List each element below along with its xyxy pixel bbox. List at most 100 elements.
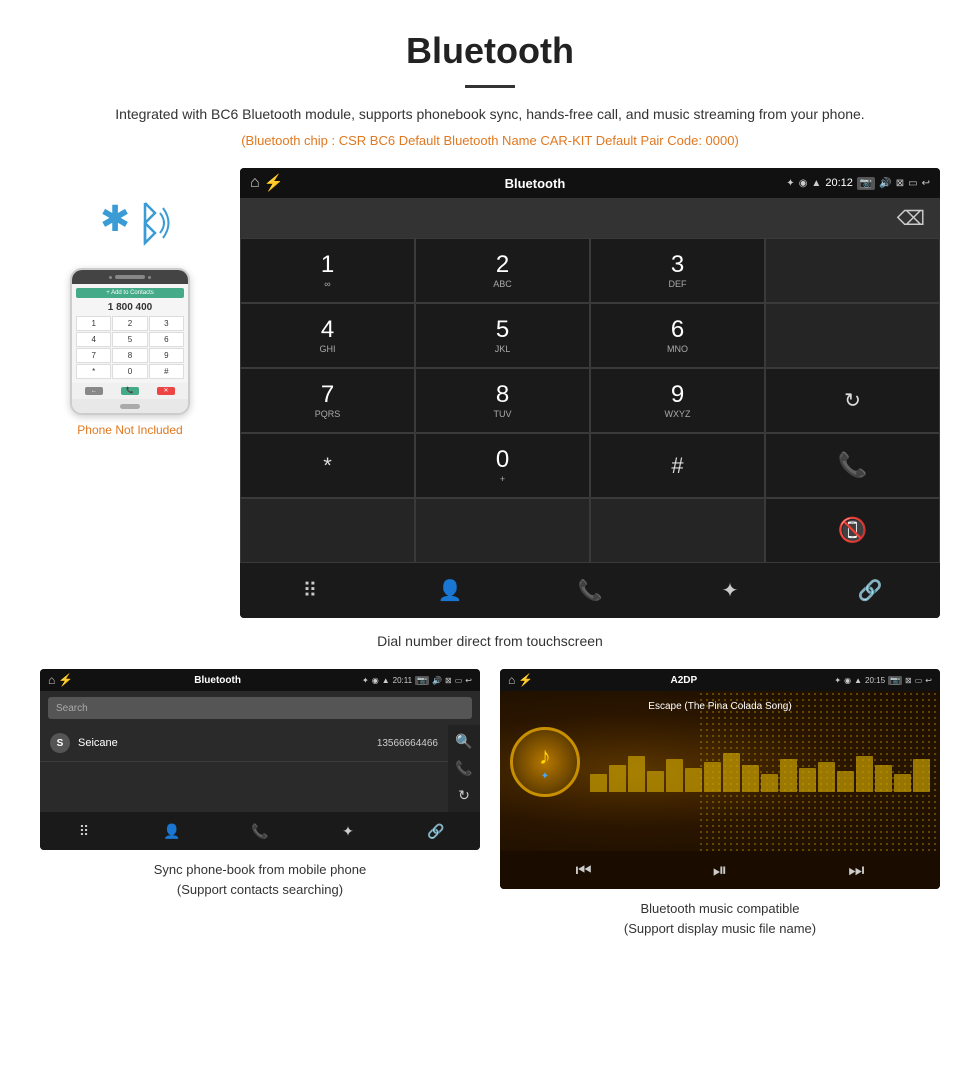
key-0-number: 0 <box>496 448 509 472</box>
nav-link-button[interactable]: 🔗 <box>800 563 940 618</box>
eq-bar <box>818 762 835 792</box>
eq-bar <box>723 753 740 792</box>
phone-bottom-bar: ← 📞 ✕ <box>72 383 188 399</box>
nav-bluetooth-button[interactable]: ✦ <box>660 563 800 618</box>
mu-usb-icon: ⚡ <box>518 673 533 687</box>
pb-bt-icon: ✦ <box>362 676 369 685</box>
contact-name: Seicane <box>78 737 369 749</box>
pb-nav-phone[interactable]: 📞 <box>216 812 304 850</box>
mu-loc-icon: ◉ <box>844 676 851 685</box>
music-caption: Bluetooth music compatible(Support displ… <box>624 899 816 938</box>
eq-bar <box>666 759 683 792</box>
phone-mockup: + Add to Contacts 1 800 400 1 2 3 4 5 6 … <box>70 268 190 415</box>
key-3-letters: DEF <box>669 279 687 289</box>
key-star[interactable]: * <box>240 433 415 498</box>
key-hash[interactable]: # <box>590 433 765 498</box>
next-track-button[interactable]: ⏭ <box>848 860 864 881</box>
eq-bar <box>628 756 645 792</box>
mu-time: 20:15 <box>865 676 885 685</box>
key-8[interactable]: 8 TUV <box>415 368 590 433</box>
eq-bar <box>761 774 778 792</box>
phone-key-6[interactable]: 6 <box>149 332 184 347</box>
key-4[interactable]: 4 GHI <box>240 303 415 368</box>
phone-key-1[interactable]: 1 <box>76 316 111 331</box>
key-1[interactable]: 1 ∞ <box>240 238 415 303</box>
key-hash-symbol: # <box>671 453 683 479</box>
location-icon: ◉ <box>799 178 808 189</box>
contact-row[interactable]: S Seicane 13566664466 <box>40 725 448 762</box>
nav-keypad-button[interactable]: ⠿ <box>240 563 380 618</box>
search-action-icon[interactable]: 🔍 <box>455 733 472 750</box>
bluetooth-icon-area: ✱ <box>90 188 170 258</box>
backspace-button[interactable]: ⌫ <box>897 206 925 231</box>
phone-action-icon[interactable]: 📞 <box>455 760 472 777</box>
phone-btn-end[interactable]: ✕ <box>157 387 175 395</box>
dialer-statusbar: ⌂ ⚡ Bluetooth ✦ ◉ ▲ 20:12 📷 🔊 ⊠ ▭ ↩ <box>240 168 940 198</box>
music-caption-text: Bluetooth music compatible(Support displ… <box>624 901 816 936</box>
pb-nav-keypad[interactable]: ⠿ <box>40 812 128 850</box>
key-7[interactable]: 7 PQRS <box>240 368 415 433</box>
music-status-left: ⌂ ⚡ <box>508 673 533 687</box>
eq-bar <box>799 768 816 792</box>
song-title: Escape (The Pina Colada Song) <box>648 701 791 712</box>
key-2[interactable]: 2 ABC <box>415 238 590 303</box>
key-empty-2 <box>765 303 940 368</box>
search-placeholder: Search <box>56 703 88 714</box>
call-red-icon: 📵 <box>838 516 868 545</box>
key-call-red[interactable]: 📵 <box>765 498 940 563</box>
phone-speaker <box>115 275 145 279</box>
phone-top-bar <box>72 270 188 284</box>
key-9[interactable]: 9 WXYZ <box>590 368 765 433</box>
key-star-symbol: * <box>323 453 332 479</box>
play-pause-button[interactable]: ⏯ <box>713 860 727 881</box>
key-1-number: 1 <box>321 253 334 277</box>
key-3[interactable]: 3 DEF <box>590 238 765 303</box>
nav-phone-button[interactable]: 📞 <box>520 563 660 618</box>
phone-btn-call[interactable]: 📞 <box>121 387 139 395</box>
phonebook-screen: ⌂ ⚡ Bluetooth ✦ ◉ ▲ 20:11 📷 🔊 ⊠ ▭ ↩ <box>40 669 480 850</box>
bluetooth-music-icon: ✦ <box>539 771 551 782</box>
key-5[interactable]: 5 JKL <box>415 303 590 368</box>
phone-key-9[interactable]: 9 <box>149 348 184 363</box>
key-4-letters: GHI <box>319 344 335 354</box>
key-2-letters: ABC <box>493 279 512 289</box>
search-input[interactable]: Search <box>48 697 472 719</box>
key-6[interactable]: 6 MNO <box>590 303 765 368</box>
key-4-number: 4 <box>321 318 334 342</box>
key-call-green[interactable]: 📞 <box>765 433 940 498</box>
phone-dot2 <box>148 276 151 279</box>
phone-key-7[interactable]: 7 <box>76 348 111 363</box>
key-empty-last-1 <box>240 498 415 563</box>
key-reload[interactable]: ↻ <box>765 368 940 433</box>
pb-nav-contacts[interactable]: 👤 <box>128 812 216 850</box>
key-2-number: 2 <box>496 253 509 277</box>
reload-action-icon[interactable]: ↻ <box>458 787 470 804</box>
phone-key-0[interactable]: 0 <box>112 364 147 379</box>
pb-nav-bt[interactable]: ✦ <box>304 812 392 850</box>
pb-nav-link[interactable]: 🔗 <box>392 812 480 850</box>
phone-key-4[interactable]: 4 <box>76 332 111 347</box>
phone-key-hash[interactable]: # <box>149 364 184 379</box>
contact-initial: S <box>50 733 70 753</box>
phonebook-status-icons: ✦ ◉ ▲ 20:11 📷 🔊 ⊠ ▭ ↩ <box>362 676 472 685</box>
phone-key-3[interactable]: 3 <box>149 316 184 331</box>
phone-key-5[interactable]: 5 <box>112 332 147 347</box>
page-title: Bluetooth <box>0 0 980 77</box>
mu-wifi-icon: ▲ <box>854 676 862 685</box>
mu-win-icon: ▭ <box>915 676 923 685</box>
music-note-icon: ♪ <box>539 743 551 771</box>
phone-key-star[interactable]: * <box>76 364 111 379</box>
nav-contacts-button[interactable]: 👤 <box>380 563 520 618</box>
prev-track-button[interactable]: ⏮ <box>576 860 592 881</box>
key-0[interactable]: 0 + <box>415 433 590 498</box>
phone-key-8[interactable]: 8 <box>112 348 147 363</box>
phone-dot <box>109 276 112 279</box>
music-statusbar: ⌂ ⚡ A2DP ✦ ◉ ▲ 20:15 📷 ⊠ ▭ ↩ <box>500 669 940 691</box>
phone-btn-back[interactable]: ← <box>85 387 103 395</box>
key-empty-last-2 <box>415 498 590 563</box>
eq-bar <box>647 771 664 792</box>
key-6-letters: MNO <box>667 344 688 354</box>
mu-bt-icon: ✦ <box>834 676 841 685</box>
phone-key-2[interactable]: 2 <box>112 316 147 331</box>
pb-vol-icon: 🔊 <box>432 676 442 685</box>
